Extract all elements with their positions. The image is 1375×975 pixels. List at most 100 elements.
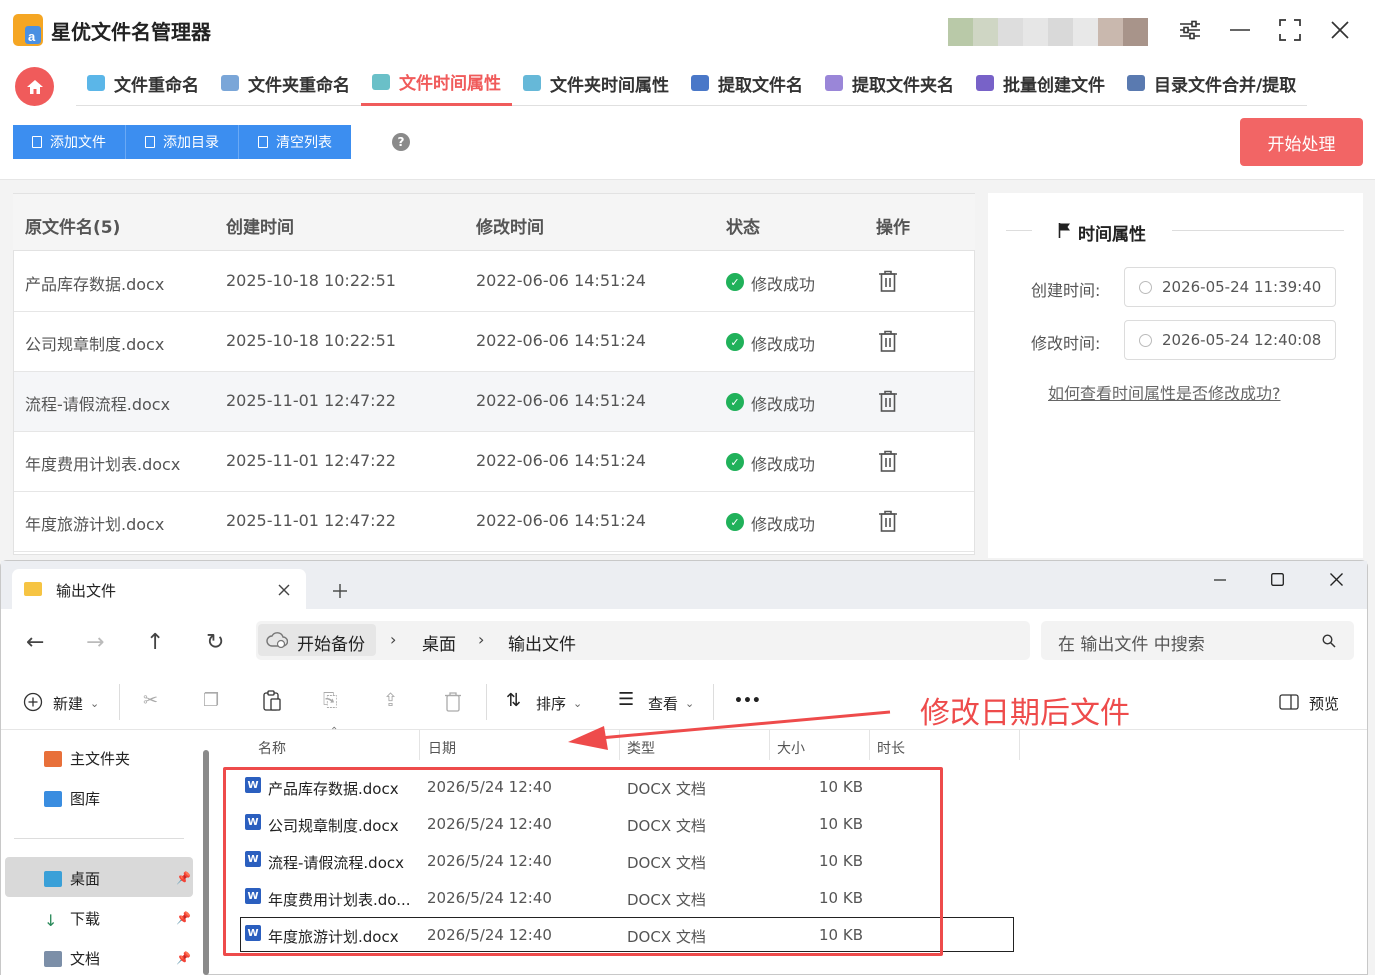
- column-divider[interactable]: [1019, 730, 1020, 760]
- sidebar-item-downloads[interactable]: ↓ 下载: [44, 908, 100, 930]
- app-logo-icon: a: [13, 14, 43, 46]
- delete-icon[interactable]: [444, 692, 462, 712]
- fullscreen-icon[interactable]: [1276, 16, 1304, 44]
- delete-trash-icon[interactable]: [878, 510, 898, 532]
- tab-folder-time-attr[interactable]: 文件夹时间属性: [512, 60, 680, 106]
- cut-icon[interactable]: ✂: [143, 690, 163, 711]
- header-modified[interactable]: 修改时间: [476, 213, 544, 238]
- explorer-minimize-icon[interactable]: [1214, 579, 1226, 581]
- tab-batch-create[interactable]: 批量创建文件: [965, 60, 1116, 106]
- divider: [14, 838, 184, 839]
- sidebar-item-home[interactable]: 主文件夹: [44, 748, 130, 769]
- header-action: 操作: [876, 218, 910, 238]
- back-arrow-icon[interactable]: ←: [26, 630, 44, 655]
- download-icon: ↓: [44, 910, 58, 930]
- tab-file-time-attr[interactable]: 文件时间属性: [361, 60, 512, 106]
- header-status: 状态: [726, 218, 760, 238]
- add-directory-button[interactable]: 添加目录: [126, 125, 239, 159]
- up-arrow-icon[interactable]: ↑: [146, 630, 164, 655]
- breadcrumb-item[interactable]: 开始备份: [297, 630, 365, 655]
- search-icon[interactable]: [1322, 634, 1336, 648]
- close-tab-icon[interactable]: [278, 584, 290, 596]
- delete-trash-icon[interactable]: [878, 330, 898, 352]
- user-avatar[interactable]: [948, 18, 1148, 46]
- forward-arrow-icon[interactable]: →: [86, 630, 104, 655]
- tab-extract-foldername[interactable]: 提取文件夹名: [814, 60, 965, 106]
- divider: [119, 684, 120, 720]
- sort-up-icon: ⌃: [330, 726, 339, 737]
- row-created: 2025-11-01 12:47:22: [226, 451, 396, 470]
- breadcrumb-item[interactable]: 输出文件: [508, 630, 576, 655]
- clock-icon: [1139, 280, 1152, 294]
- file-time-icon: [372, 73, 390, 90]
- table-row[interactable]: 流程-请假流程.docx 2025-11-01 12:47:22 2022-06…: [14, 372, 974, 432]
- column-date[interactable]: 日期: [428, 738, 456, 758]
- tab-extract-filename[interactable]: 提取文件名: [680, 60, 814, 106]
- nav-tabs: 文件重命名 文件夹重命名 文件时间属性 文件夹时间属性 提取文件名 提取文件夹名…: [76, 60, 1308, 106]
- table-row[interactable]: 公司规章制度.docx 2025-10-18 10:22:51 2022-06-…: [14, 312, 974, 372]
- tab-merge-extract[interactable]: 目录文件合并/提取: [1116, 60, 1307, 106]
- row-modified: 2022-06-06 14:51:24: [476, 271, 646, 290]
- home-icon: [26, 79, 43, 94]
- chevron-down-icon: ⌄: [90, 697, 100, 710]
- row-created: 2025-10-18 10:22:51: [226, 271, 396, 290]
- row-modified: 2022-06-06 14:51:24: [476, 331, 646, 350]
- paste-icon[interactable]: [262, 690, 282, 712]
- preview-button[interactable]: 预览: [1309, 693, 1339, 714]
- created-time-label: 创建时间:: [1031, 281, 1101, 300]
- sidebar-item-gallery[interactable]: 图库: [44, 788, 100, 809]
- gallery-icon: [44, 790, 62, 807]
- tab-file-rename[interactable]: 文件重命名: [76, 60, 210, 106]
- search-placeholder: 在 输出文件 中搜索: [1058, 635, 1205, 655]
- pin-icon[interactable]: 📌: [176, 951, 191, 965]
- row-status: 修改成功: [751, 455, 816, 474]
- share-icon[interactable]: ⇪: [383, 690, 403, 711]
- table-row[interactable]: 产品库存数据.docx 2025-10-18 10:22:51 2022-06-…: [14, 252, 974, 312]
- row-filename: 产品库存数据.docx: [25, 275, 165, 294]
- header-created[interactable]: 创建时间: [226, 213, 294, 238]
- sidebar-item-desktop[interactable]: 桌面: [44, 868, 100, 889]
- minimize-icon[interactable]: [1226, 16, 1254, 44]
- settings-sliders-icon[interactable]: [1176, 16, 1204, 44]
- close-icon[interactable]: [1326, 16, 1354, 44]
- explorer-tab[interactable]: 输出文件: [12, 569, 306, 609]
- new-tab-icon[interactable]: [333, 584, 347, 598]
- table-row[interactable]: 年度旅游计划.docx 2025-11-01 12:47:22 2022-06-…: [14, 492, 974, 552]
- table-row[interactable]: 年度费用计划表.docx 2025-11-01 12:47:22 2022-06…: [14, 432, 974, 492]
- toolbar-button-group: 添加文件 添加目录 清空列表: [13, 125, 351, 159]
- explorer-close-icon[interactable]: [1330, 573, 1343, 586]
- row-created: 2025-10-18 10:22:51: [226, 331, 396, 350]
- breadcrumb-item[interactable]: 桌面: [422, 630, 456, 655]
- documents-icon: [44, 950, 62, 967]
- delete-trash-icon[interactable]: [878, 390, 898, 412]
- copy-icon[interactable]: ❐: [203, 690, 223, 711]
- sidebar-scrollbar[interactable]: [203, 750, 209, 975]
- pin-icon[interactable]: 📌: [176, 911, 191, 925]
- file-rename-icon: [87, 75, 105, 91]
- preview-pane-icon: [1279, 694, 1299, 710]
- success-check-icon: ✓: [726, 393, 744, 411]
- clear-list-button[interactable]: 清空列表: [239, 125, 351, 159]
- help-icon[interactable]: ?: [392, 133, 410, 151]
- header-filename[interactable]: 原文件名(5): [25, 213, 120, 238]
- column-name[interactable]: 名称: [258, 738, 286, 758]
- delete-trash-icon[interactable]: [878, 450, 898, 472]
- column-divider[interactable]: [419, 730, 420, 760]
- home-button[interactable]: [15, 67, 54, 106]
- modified-time-field[interactable]: 2026-05-24 12:40:08: [1124, 320, 1336, 360]
- divider: [1172, 230, 1344, 231]
- new-button[interactable]: 新建: [53, 693, 83, 714]
- refresh-icon[interactable]: ↻: [206, 630, 224, 655]
- pin-icon[interactable]: 📌: [176, 871, 191, 885]
- delete-trash-icon[interactable]: [878, 270, 898, 292]
- explorer-tab-title: 输出文件: [56, 582, 117, 600]
- panel-title: 时间属性: [1078, 225, 1146, 245]
- created-time-field[interactable]: 2026-05-24 11:39:40: [1124, 267, 1336, 307]
- help-link[interactable]: 如何查看时间属性是否修改成功?: [1048, 380, 1281, 404]
- add-file-button[interactable]: 添加文件: [13, 125, 126, 159]
- explorer-maximize-icon[interactable]: [1271, 573, 1284, 586]
- rename-icon[interactable]: ⎘: [323, 690, 343, 711]
- tab-folder-rename[interactable]: 文件夹重命名: [210, 60, 361, 106]
- start-process-button[interactable]: 开始处理: [1240, 118, 1363, 166]
- sidebar-item-documents[interactable]: 文档: [44, 948, 100, 969]
